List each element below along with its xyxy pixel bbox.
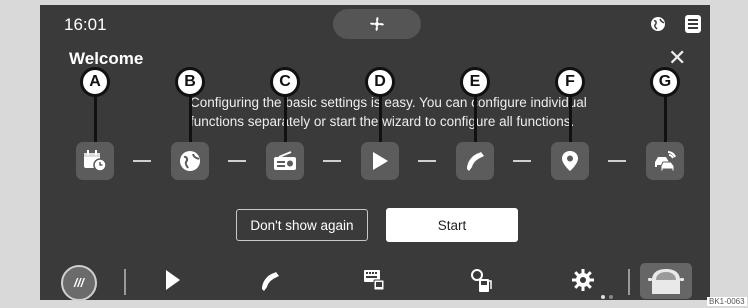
callout-b: B — [175, 67, 205, 97]
keyboard-display-icon[interactable] — [363, 269, 385, 291]
callout-a: A — [80, 67, 110, 97]
step-phone[interactable] — [456, 142, 494, 180]
step-connector — [133, 160, 151, 162]
calendar-clock-icon — [84, 150, 107, 172]
dock-separator — [124, 269, 126, 295]
list-icon[interactable] — [685, 15, 701, 33]
page-dot — [609, 295, 613, 299]
page-indicator — [601, 295, 613, 299]
callout-d: D — [365, 67, 395, 97]
step-driver-assist[interactable] — [646, 142, 684, 180]
location-pin-icon — [562, 151, 578, 171]
callout-f: F — [555, 67, 585, 97]
dialog-description: Configuring the basic settings is easy. … — [190, 95, 587, 129]
page-dot-active — [601, 295, 605, 299]
start-button[interactable]: Start — [386, 208, 518, 242]
globe-icon[interactable] — [650, 16, 666, 32]
fan-icon — [370, 17, 384, 31]
step-date-time[interactable] — [76, 142, 114, 180]
step-connector — [513, 160, 531, 162]
close-icon[interactable]: ✕ — [668, 47, 686, 69]
phone-icon — [467, 152, 484, 171]
phone-icon[interactable] — [259, 269, 281, 293]
step-connector — [608, 160, 626, 162]
reference-code: BK1-0063 — [707, 297, 747, 306]
dont-show-again-button[interactable]: Don't show again — [236, 209, 368, 241]
step-media[interactable] — [361, 142, 399, 180]
callout-c: C — [270, 67, 300, 97]
step-connector — [323, 160, 341, 162]
globe-icon — [180, 151, 200, 171]
car-icon — [648, 269, 684, 294]
callout-g: G — [650, 67, 680, 97]
step-connector — [418, 160, 436, 162]
step-connector — [228, 160, 246, 162]
gear-icon[interactable] — [572, 269, 594, 291]
climate-fan-button[interactable] — [333, 9, 421, 39]
fuel-icon[interactable] — [471, 269, 493, 293]
dock-separator — [628, 269, 630, 295]
car-assist-icon — [655, 151, 676, 172]
play-icon[interactable] — [165, 269, 181, 291]
dialog-title: Welcome — [69, 49, 144, 68]
bottom-dock: /// — [40, 263, 710, 301]
callout-e: E — [460, 67, 490, 97]
step-language[interactable] — [171, 142, 209, 180]
play-icon — [373, 152, 388, 170]
radio-icon — [274, 151, 296, 170]
status-bar: 16:01 — [40, 5, 710, 41]
clock: 16:01 — [64, 15, 107, 34]
home-button[interactable]: /// — [61, 265, 97, 301]
infotainment-screen: 16:01 Welcome ✕ Configuring the basic se… — [40, 5, 710, 301]
vehicle-button[interactable] — [640, 263, 692, 299]
step-navigation[interactable] — [551, 142, 589, 180]
step-radio[interactable] — [266, 142, 304, 180]
